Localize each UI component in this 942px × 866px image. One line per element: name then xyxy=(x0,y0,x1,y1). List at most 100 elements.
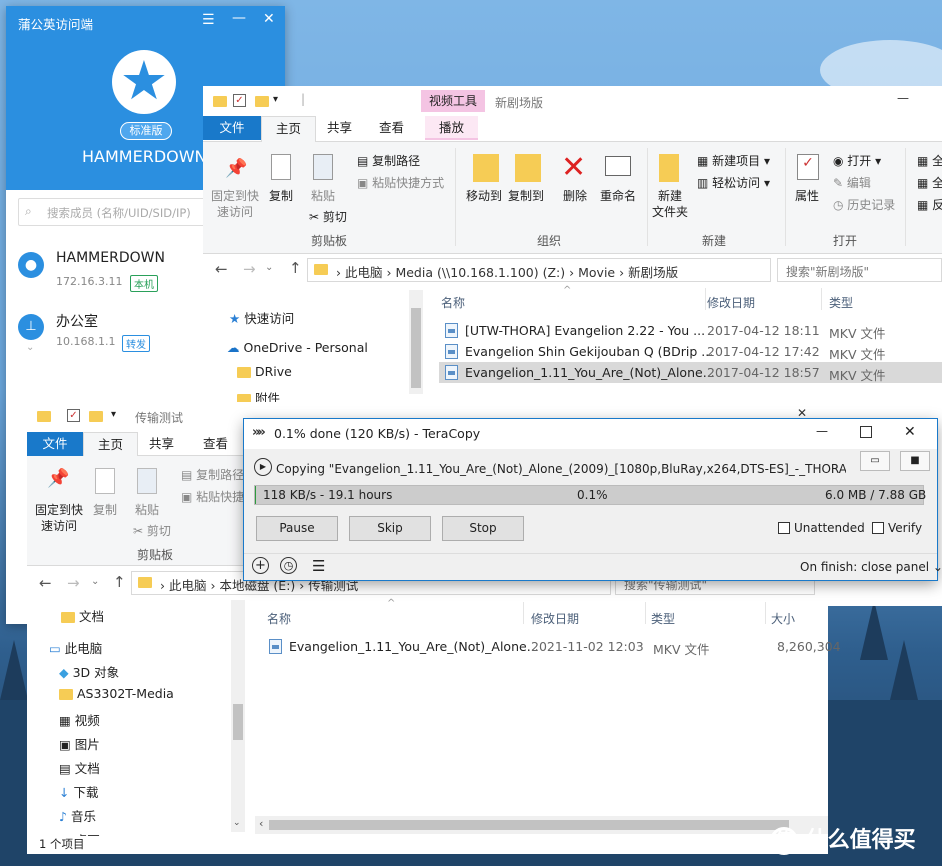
stop-square-icon[interactable]: ■ xyxy=(900,451,930,471)
select-all-button[interactable]: ▦ 全 xyxy=(917,152,942,169)
recent-dropdown-icon[interactable]: ⌄ xyxy=(265,262,273,273)
nav-item[interactable]: ▦ 视频 xyxy=(59,710,100,729)
up-arrow-icon[interactable]: ↑ xyxy=(113,573,126,591)
rename-button[interactable]: 重命名 xyxy=(595,188,641,204)
open-button[interactable]: ◉ 打开 ▾ xyxy=(833,152,881,169)
column-size[interactable]: 大小 xyxy=(771,610,795,627)
back-arrow-icon[interactable]: ← xyxy=(39,574,52,592)
breadcrumb-item[interactable]: 新剧场版 xyxy=(628,265,678,280)
back-arrow-icon[interactable]: ← xyxy=(215,260,228,278)
qat-dropdown-icon[interactable]: ▾ xyxy=(111,409,116,420)
restore-panel-icon[interactable]: ▭ xyxy=(860,451,890,471)
minimize-icon[interactable]: — xyxy=(816,424,828,438)
nav-scrollbar[interactable]: ⌄ xyxy=(231,600,245,832)
breadcrumb-item[interactable]: Media (\\10.168.1.100) (Z:) xyxy=(395,265,565,280)
horizontal-scrollbar[interactable]: ‹ xyxy=(255,816,828,834)
minimize-icon[interactable]: — xyxy=(897,91,909,105)
play-icon[interactable]: ▶ xyxy=(254,458,272,476)
scroll-left-icon[interactable]: ‹ xyxy=(259,817,263,830)
file-row[interactable]: Evangelion_1.11_You_Are_(Not)_Alone... 2… xyxy=(263,636,841,658)
close-icon[interactable]: ✕ xyxy=(904,424,916,440)
scroll-thumb[interactable] xyxy=(233,704,243,740)
file-row-selected[interactable]: Evangelion_1.11_You_Are_(Not)_Alone... 2… xyxy=(439,362,942,383)
paste-button[interactable]: 粘贴 xyxy=(131,502,163,518)
tab-file[interactable]: 文件 xyxy=(203,116,261,140)
copy-to-button[interactable]: 复制到 xyxy=(503,188,549,204)
forward-arrow-icon[interactable]: → xyxy=(243,260,256,278)
tab-home[interactable]: 主页 xyxy=(261,116,317,142)
paste-button[interactable]: 粘贴 xyxy=(307,188,339,204)
properties-qat-icon[interactable]: ✓ xyxy=(233,94,246,107)
pin-quick-access-button[interactable]: 固定到快速访问 xyxy=(31,502,87,534)
forward-arrow-icon[interactable]: → xyxy=(67,574,80,592)
tab-share[interactable]: 共享 xyxy=(135,432,188,456)
new-folder-button[interactable]: 新建 文件夹 xyxy=(649,188,691,220)
delete-button[interactable]: 删除 xyxy=(555,188,595,204)
tab-play[interactable]: 播放 xyxy=(425,116,479,140)
new-folder-qat-icon[interactable] xyxy=(89,411,103,422)
scroll-thumb[interactable] xyxy=(411,308,421,388)
select-none-button[interactable]: ▦ 全 xyxy=(917,174,942,191)
nav-onedrive[interactable]: ☁ OneDrive - Personal xyxy=(227,340,368,355)
tab-view[interactable]: 查看 xyxy=(365,116,418,140)
properties-button[interactable]: 属性 xyxy=(789,188,825,204)
pause-button[interactable]: Pause xyxy=(256,516,338,541)
tab-share[interactable]: 共享 xyxy=(313,116,366,140)
on-finish-dropdown[interactable]: On finish: close panel ⌄ xyxy=(800,560,942,574)
paste-shortcut-button[interactable]: ▣ 粘贴快捷 xyxy=(181,488,244,505)
paste-shortcut-button[interactable]: ▣ 粘贴快捷方式 xyxy=(357,174,444,191)
unattended-checkbox[interactable]: Unattended xyxy=(778,521,865,535)
scroll-down-icon[interactable]: ⌄ xyxy=(233,818,241,828)
copy-path-button[interactable]: ▤ 复制路径 xyxy=(357,152,420,169)
nav-item[interactable]: ♪ 音乐 xyxy=(59,806,96,825)
move-to-button[interactable]: 移动到 xyxy=(461,188,507,204)
stop-button[interactable]: Stop xyxy=(442,516,524,541)
maximize-icon[interactable] xyxy=(860,426,872,438)
pin-quick-access-button[interactable]: 固定到快速访问 xyxy=(209,188,261,220)
member-name[interactable]: 办公室 xyxy=(56,311,98,331)
history-icon[interactable]: ◷ xyxy=(280,557,297,574)
cut-button[interactable]: ✂ 剪切 xyxy=(309,208,347,225)
copy-path-button[interactable]: ▤ 复制路径 xyxy=(181,466,244,483)
file-row[interactable]: [UTW-THORA] Evangelion 2.22 - You ... 20… xyxy=(439,320,942,341)
new-item-button[interactable]: ▦ 新建项目 ▾ xyxy=(697,152,770,169)
skip-button[interactable]: Skip xyxy=(349,516,431,541)
verify-checkbox[interactable]: Verify xyxy=(872,521,922,535)
close-icon[interactable]: ✕ xyxy=(263,11,275,27)
new-folder-qat-icon[interactable] xyxy=(255,96,269,107)
breadcrumb-item[interactable]: 此电脑 xyxy=(169,578,207,593)
easy-access-button[interactable]: ▥ 轻松访问 ▾ xyxy=(697,174,770,191)
breadcrumb-item[interactable]: 此电脑 xyxy=(345,265,383,280)
breadcrumb-item[interactable]: 本地磁盘 (E:) xyxy=(219,578,295,593)
copy-button[interactable]: 复制 xyxy=(265,188,297,204)
column-type[interactable]: 类型 xyxy=(829,294,853,311)
file-row[interactable]: Evangelion Shin Gekijouban Q (BDrip ... … xyxy=(439,341,942,362)
expand-chevron-icon[interactable]: ⌄ xyxy=(26,342,34,353)
history-button[interactable]: ◷ 历史记录 xyxy=(833,196,895,213)
column-name[interactable]: 名称 xyxy=(441,294,465,311)
nav-item[interactable]: ↓ 下载 xyxy=(59,782,98,801)
nav-item[interactable]: 文档 xyxy=(61,606,104,625)
menu-icon[interactable]: ☰ xyxy=(202,12,215,28)
minimize-icon[interactable]: — xyxy=(232,10,246,26)
edit-button[interactable]: ✎ 编辑 xyxy=(833,174,871,191)
close-icon[interactable]: ✕ xyxy=(797,406,807,420)
column-type[interactable]: 类型 xyxy=(651,610,675,627)
recent-dropdown-icon[interactable]: ⌄ xyxy=(91,576,99,587)
properties-qat-icon[interactable]: ✓ xyxy=(67,409,80,422)
nav-folder[interactable]: DRive xyxy=(237,364,292,379)
add-icon[interactable]: + xyxy=(252,557,269,574)
scroll-thumb[interactable] xyxy=(269,820,789,830)
breadcrumb-item[interactable]: 传输测试 xyxy=(308,578,358,593)
address-bar[interactable]: › 此电脑 › Media (\\10.168.1.100) (Z:) › Mo… xyxy=(307,258,771,282)
invert-selection-button[interactable]: ▦ 反 xyxy=(917,196,942,213)
tab-home[interactable]: 主页 xyxy=(83,432,139,456)
column-date[interactable]: 修改日期 xyxy=(531,610,579,627)
breadcrumb-item[interactable]: Movie xyxy=(578,265,615,280)
nav-this-pc[interactable]: ▭ 此电脑 xyxy=(49,638,102,657)
nav-item[interactable]: ▤ 文档 xyxy=(59,758,100,777)
nav-item[interactable]: ◆ 3D 对象 xyxy=(59,662,119,681)
copy-button[interactable]: 复制 xyxy=(89,502,121,518)
tab-view[interactable]: 查看 xyxy=(189,432,242,456)
nav-item[interactable]: AS3302T-Media xyxy=(59,686,174,701)
